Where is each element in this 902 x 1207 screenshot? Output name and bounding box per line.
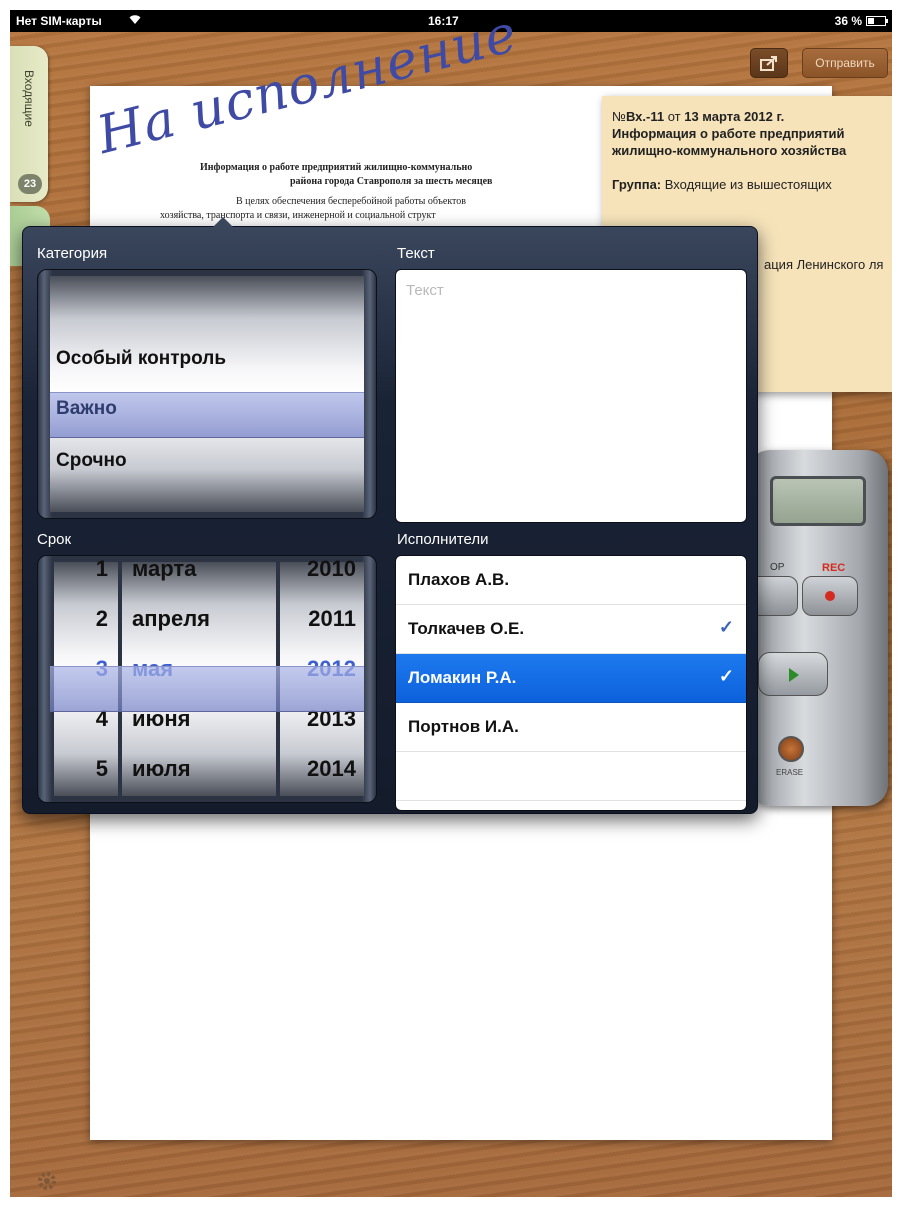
note-title: Информация о работе предприятий жилищно-…	[612, 126, 847, 158]
play-button[interactable]	[758, 652, 828, 696]
category-option-selected[interactable]: Важно	[56, 398, 117, 420]
document-line: В целях обеспечения бесперебойной работы…	[236, 196, 467, 207]
year-option[interactable]: 2014	[307, 756, 356, 782]
note-date: 13 марта 2012 г.	[684, 109, 785, 124]
text-label: Текст	[397, 245, 435, 262]
erase-label: ERASE	[776, 768, 804, 777]
assignee-row-selected[interactable]: Ломакин Р.А. ✓	[396, 654, 746, 703]
category-option[interactable]: Срочно	[56, 450, 127, 472]
month-option[interactable]: марта	[132, 556, 196, 582]
assignee-name: Плахов А.В.	[408, 570, 510, 589]
note-number: Вх.-11	[625, 109, 665, 124]
erase-button[interactable]	[778, 736, 804, 762]
day-option[interactable]: 2	[96, 606, 108, 632]
note-extra-text: ация Ленинского ля	[764, 257, 884, 272]
stop-label: OP	[770, 562, 785, 573]
month-option[interactable]: июля	[132, 756, 191, 782]
resolution-popover: Категория Текст Особый контроль Важно Ср…	[22, 217, 758, 814]
voice-recorder[interactable]: OP REC ERASE	[742, 450, 888, 806]
assignee-row-empty	[396, 752, 746, 801]
checkmark-icon: ✓	[718, 666, 734, 686]
assignees-label: Исполнители	[397, 531, 489, 548]
document-line: хозяйства, транспорта и связи, инженерно…	[160, 210, 436, 221]
gear-icon[interactable]	[36, 1170, 58, 1192]
rec-label: REC	[822, 562, 846, 574]
note-group-value: Входящие из вышестоящих	[661, 177, 832, 192]
note-number-prefix: №	[612, 109, 626, 124]
battery-percent: 36 %	[834, 14, 862, 28]
record-button[interactable]	[802, 576, 858, 616]
note-from: от	[664, 109, 685, 124]
wifi-icon	[128, 13, 142, 28]
tab-inbox-label: Входящие	[22, 70, 36, 127]
popover-arrow	[213, 217, 233, 227]
assignee-name: Портнов И.А.	[408, 717, 519, 736]
assignee-row[interactable]: Портнов И.А.	[396, 703, 746, 752]
deadline-label: Срок	[37, 531, 72, 548]
assignee-row[interactable]: Толкачев О.Е. ✓	[396, 605, 746, 654]
year-option[interactable]: 2010	[307, 556, 356, 582]
share-icon	[760, 56, 778, 75]
tab-inbox[interactable]: Входящие 23	[10, 46, 48, 202]
text-field-container	[395, 269, 747, 523]
category-option[interactable]: Особый контроль	[56, 348, 226, 370]
send-button[interactable]: Отправить	[802, 48, 888, 78]
assignees-list: Плахов А.В. Толкачев О.Е. ✓ Ломакин Р.А.…	[395, 555, 747, 811]
category-label: Категория	[37, 245, 108, 262]
carrier-text: Нет SIM-карты	[16, 14, 102, 28]
deadline-date-picker[interactable]: 1 2 3 4 5 марта апреля мая июня июля 201…	[37, 555, 377, 803]
recorder-display	[770, 476, 866, 526]
ipad-screen: Нет SIM-карты 16:17 36 % Отправить Входя…	[10, 10, 892, 1197]
category-picker[interactable]: Особый контроль Важно Срочно	[37, 269, 377, 519]
note-group-label: Группа:	[612, 177, 662, 192]
share-button[interactable]	[750, 48, 788, 78]
assignee-name: Толкачев О.Е.	[408, 619, 525, 638]
assignee-name: Ломакин Р.А.	[408, 668, 517, 687]
inbox-count-badge: 23	[18, 174, 42, 194]
day-option[interactable]: 5	[96, 756, 108, 782]
battery-icon	[866, 16, 888, 26]
assignee-row[interactable]: Плахов А.В.	[396, 556, 746, 605]
day-option[interactable]: 1	[96, 556, 108, 582]
year-option[interactable]: 2011	[308, 606, 356, 632]
document-line: Информация о работе предприятий жилищно-…	[200, 162, 473, 173]
month-option[interactable]: апреля	[132, 606, 210, 632]
checkmark-icon: ✓	[718, 617, 734, 637]
text-input[interactable]	[396, 270, 746, 522]
date-selection-bar	[50, 666, 364, 712]
document-line: района города Ставрополя за шесть месяце…	[290, 176, 493, 187]
